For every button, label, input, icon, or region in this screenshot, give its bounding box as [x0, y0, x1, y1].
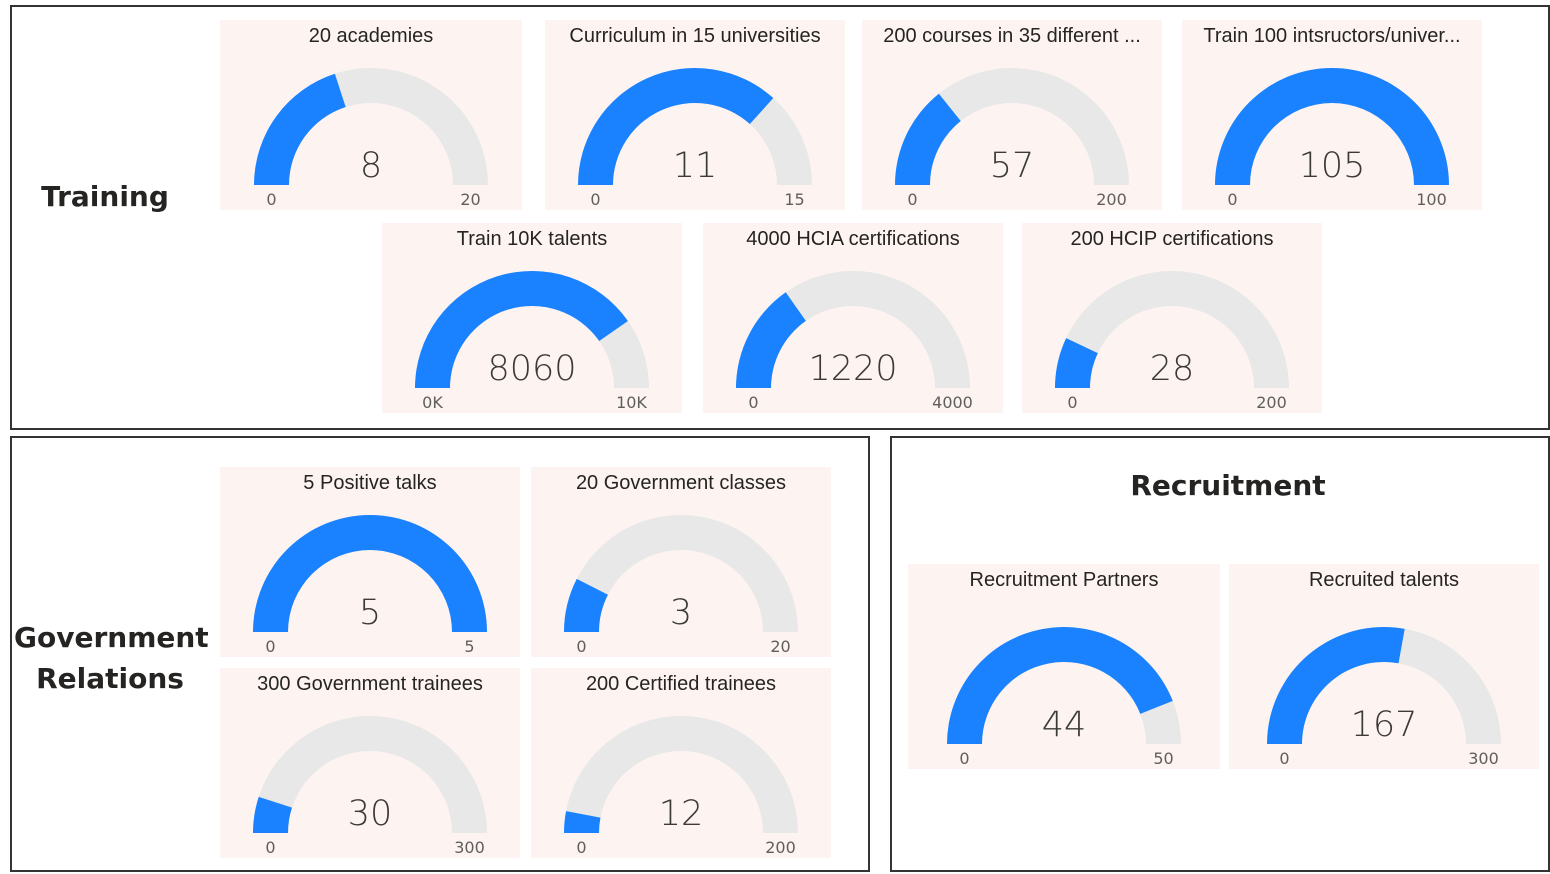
gauge-min-label: 0	[1279, 749, 1289, 768]
gauge-fill	[736, 292, 806, 388]
gauge-max-label: 4000	[932, 393, 973, 412]
gauge-svg: 11 0 15	[578, 68, 812, 209]
gauge-value: 12	[659, 794, 704, 834]
gauge-min-label: 0	[576, 838, 586, 857]
gauge-max-label: 300	[1468, 749, 1499, 768]
gauge-min-label: 0	[959, 749, 969, 768]
gauge-value: 105	[1299, 146, 1366, 186]
gauge-card-courses[interactable]: 200 courses in 35 different ... 57 0 200	[862, 20, 1162, 210]
training-section-title: Training	[41, 180, 169, 213]
gauge-fill	[254, 73, 346, 185]
gauge-max-label: 200	[765, 838, 796, 857]
gauge-value: 44	[1042, 705, 1087, 745]
gauge-max-label: 300	[454, 838, 485, 857]
gauge-min-label: 0	[265, 637, 275, 656]
gauge-value: 3	[670, 593, 692, 633]
gauge-min-label: 0	[1227, 190, 1237, 209]
gauge-svg: 57 0 200	[895, 68, 1129, 209]
government-title-line2: Relations	[36, 662, 184, 695]
gauge-svg: 28 0 200	[1055, 271, 1289, 412]
gauge-min-label: 0	[265, 838, 275, 857]
gauge-max-label: 200	[1096, 190, 1127, 209]
gauge-card-positive-talks[interactable]: 5 Positive talks 5 0 5	[220, 467, 520, 657]
gauge-svg: 8060 0K 10K	[415, 270, 649, 412]
gauge-value: 28	[1150, 349, 1195, 389]
gauge-min-label: 0	[266, 190, 276, 209]
gauge-value: 167	[1351, 705, 1418, 745]
gauge-svg: 105 0 100	[1215, 68, 1449, 209]
government-relations-section-title: Government Relations	[14, 617, 209, 699]
government-title-line1: Government	[14, 621, 209, 654]
gauge-min-label: 0	[576, 637, 586, 656]
recruitment-section-title: Recruitment	[1130, 469, 1326, 502]
gauge-svg: 167 0 300	[1267, 627, 1501, 768]
gauge-max-label: 20	[460, 190, 480, 209]
gauge-card-talents[interactable]: Train 10K talents 8060 0K 10K	[382, 223, 682, 413]
gauge-value: 8060	[487, 349, 576, 389]
gauge-card-curriculum[interactable]: Curriculum in 15 universities 11 0 15	[545, 20, 845, 210]
gauge-max-label: 10K	[616, 393, 647, 412]
gauge-svg: 44 0 50	[947, 627, 1181, 768]
gauge-value: 57	[990, 146, 1035, 186]
gauge-svg: 8 0 20	[254, 68, 488, 209]
gauge-card-academies[interactable]: 20 academies 8 0 20	[220, 20, 522, 210]
gauge-svg: 3 0 20	[564, 515, 798, 656]
gauge-max-label: 15	[784, 190, 804, 209]
gauge-min-label: 0	[590, 190, 600, 209]
gauge-max-label: 100	[1416, 190, 1447, 209]
gauge-svg: 12 0 200	[564, 716, 798, 857]
gauge-card-instructors[interactable]: Train 100 intsructors/univer... 105 0 100	[1182, 20, 1482, 210]
gauge-svg: 300 300	[253, 716, 487, 857]
gauge-value: 11	[673, 146, 718, 186]
gauge-value: 8	[360, 146, 382, 186]
gauge-card-recruitment-partners[interactable]: Recruitment Partners 44 0 50	[908, 564, 1220, 769]
gauge-max-label: 200	[1256, 393, 1287, 412]
gauge-card-government-classes[interactable]: 20 Government classes 3 0 20	[531, 467, 831, 657]
gauge-svg: 5 0 5	[253, 515, 487, 656]
gauge-value: 5	[359, 593, 381, 633]
gauge-min-label: 0	[1067, 393, 1077, 412]
gauge-value: 1220	[808, 349, 897, 389]
gauge-min-label: 0	[907, 190, 917, 209]
gauge-min-label: 0K	[422, 393, 443, 412]
gauge-max-label: 50	[1153, 749, 1173, 768]
gauge-value: 30	[348, 794, 393, 834]
gauge-card-hcia[interactable]: 4000 HCIA certifications 1220 0 4000	[703, 223, 1003, 413]
gauge-card-hcip[interactable]: 200 HCIP certifications 28 0 200	[1022, 223, 1322, 413]
gauge-max-label: 20	[770, 637, 790, 656]
gauge-min-label: 0	[748, 393, 758, 412]
gauge-card-recruited-talents[interactable]: Recruited talents 167 0 300	[1229, 564, 1539, 769]
gauge-svg: 1220 0 4000	[736, 271, 973, 412]
gauge-card-certified-trainees[interactable]: 200 Certified trainees 12 0 200	[531, 668, 831, 858]
gauge-max-label: 5	[464, 637, 474, 656]
gauge-card-government-trainees[interactable]: 300 Government trainees 30 0 300	[220, 668, 520, 858]
